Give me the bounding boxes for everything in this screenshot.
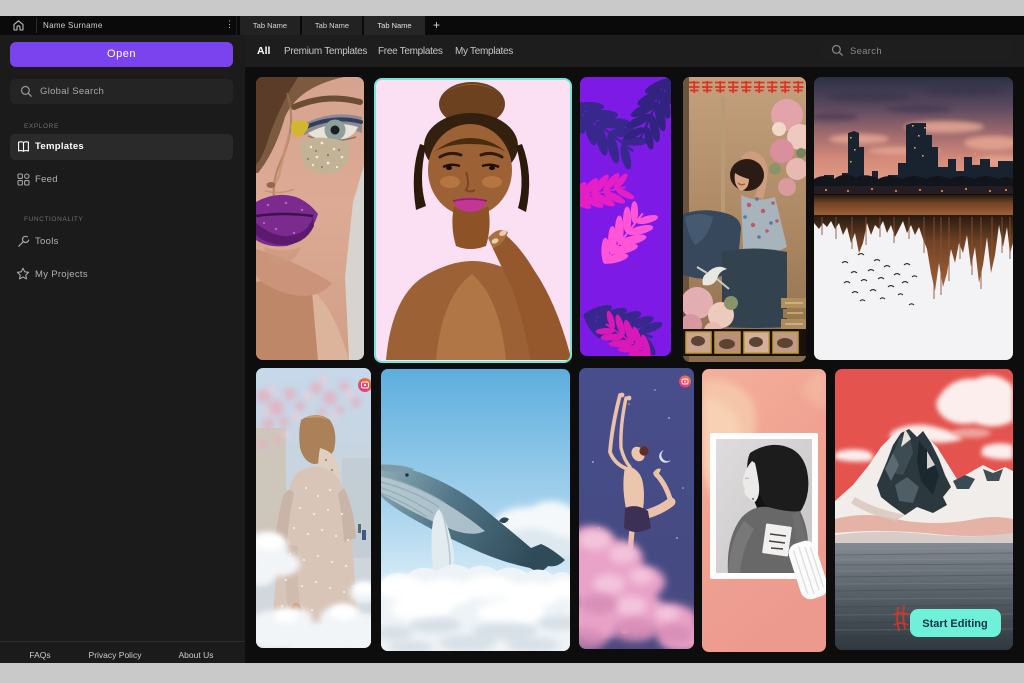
svg-text:Start Editing: Start Editing <box>922 618 987 630</box>
